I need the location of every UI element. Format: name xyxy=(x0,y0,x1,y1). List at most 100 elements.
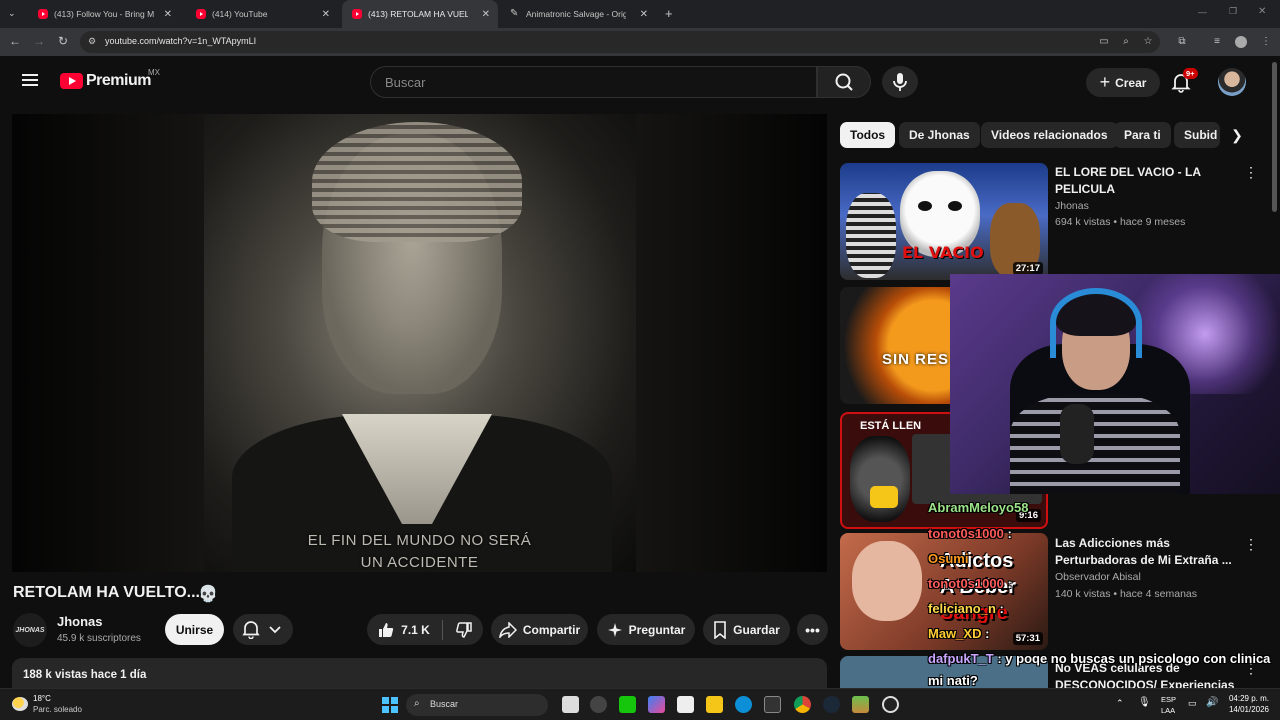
channel-avatar[interactable]: JHONAS xyxy=(13,613,47,647)
feather-icon: ✎ xyxy=(510,8,519,19)
site-info-icon[interactable]: ⚙ xyxy=(88,36,96,47)
chip-todos[interactable]: Todos xyxy=(840,122,896,148)
subtitle-line: EL FIN DEL MUNDO NO SERÁ xyxy=(307,532,532,549)
recommendation-title[interactable]: Las Adicciones más Perturbadoras de Mi E… xyxy=(1055,535,1235,569)
skull-emoji: 💀 xyxy=(198,586,218,603)
chat-text: mi nati? xyxy=(928,673,978,688)
bookmark-star-icon[interactable]: ☆ xyxy=(1142,36,1154,48)
recommendation-channel[interactable]: Observador Abisal xyxy=(1055,569,1141,585)
menu-icon[interactable] xyxy=(22,74,38,86)
ask-button[interactable]: Preguntar xyxy=(597,614,695,645)
restore-button[interactable]: ❐ xyxy=(1229,6,1237,17)
subscription-bell-button[interactable] xyxy=(233,614,293,645)
steam-icon[interactable] xyxy=(823,696,840,713)
obs-icon[interactable] xyxy=(882,696,899,713)
join-button[interactable]: Unirse xyxy=(165,614,224,645)
dislike-icon[interactable] xyxy=(455,621,473,639)
clock-time[interactable]: 04:29 p. m. xyxy=(1223,694,1269,703)
weather-temperature[interactable]: 18°C xyxy=(33,694,51,703)
browser-menu-icon[interactable]: ⋮ xyxy=(1260,36,1272,48)
cast-icon[interactable]: ▭ xyxy=(1098,36,1110,48)
thumbnail-figure xyxy=(852,541,922,621)
more-actions-button[interactable]: ••• xyxy=(797,614,828,645)
notifications-button[interactable]: 9+ xyxy=(1170,68,1198,93)
taskbar-search[interactable]: ⌕ Buscar xyxy=(406,694,548,716)
recommendation-channel[interactable]: Jhonas xyxy=(1055,198,1089,214)
recommendation-thumbnail[interactable]: EL VACIO 27:17 xyxy=(840,163,1048,280)
extensions-icon[interactable]: ⧉ xyxy=(1176,36,1188,48)
channel-name[interactable]: Jhonas xyxy=(57,614,103,629)
video-title: RETOLAM HA VUELTO... xyxy=(13,584,200,601)
file-explorer-icon[interactable] xyxy=(706,696,723,713)
address-bar[interactable]: ⚙ youtube.com/watch?v=1n_WTApymLI ▭ ⌕ ☆ xyxy=(80,31,1160,53)
network-icon[interactable]: ▭ xyxy=(1188,698,1197,709)
chevron-right-icon[interactable]: ❯ xyxy=(1225,122,1249,148)
chat-text: : xyxy=(1007,576,1012,591)
minimize-button[interactable]: — xyxy=(1198,7,1207,17)
reload-icon[interactable]: ↻ xyxy=(55,34,71,48)
youtube-premium-logo[interactable]: Premium MX xyxy=(60,68,160,90)
page-scrollbar[interactable] xyxy=(1272,62,1277,212)
voice-search-button[interactable] xyxy=(882,66,918,98)
chip-para-ti[interactable]: Para ti xyxy=(1114,122,1171,148)
forward-icon[interactable]: → xyxy=(31,34,47,48)
app-icon[interactable] xyxy=(590,696,607,713)
bell-icon xyxy=(242,621,260,639)
close-icon[interactable]: ✕ xyxy=(164,9,172,20)
chat-username: feliciano_n xyxy=(928,601,996,616)
more-vertical-icon[interactable]: ⋮ xyxy=(1244,164,1258,181)
app-icon[interactable] xyxy=(852,696,869,713)
close-icon[interactable]: ✕ xyxy=(482,9,490,20)
chat-text: : xyxy=(985,626,990,641)
microphone-icon[interactable]: 🎙 xyxy=(1138,697,1151,708)
store-icon[interactable] xyxy=(677,696,694,713)
task-view-icon[interactable] xyxy=(562,696,579,713)
video-player[interactable]: EL FIN DEL MUNDO NO SERÁ UN ACCIDENTE xyxy=(12,114,827,572)
more-vertical-icon[interactable]: ⋮ xyxy=(1244,536,1258,553)
window-close-button[interactable]: ✕ xyxy=(1258,6,1266,17)
copilot-icon[interactable] xyxy=(648,696,665,713)
edge-icon[interactable] xyxy=(735,696,752,713)
profile-icon[interactable] xyxy=(1235,36,1247,48)
browser-tab[interactable]: (414) YouTube ✕ xyxy=(186,0,338,28)
back-icon[interactable]: ← xyxy=(7,34,23,48)
chat-message: Maw_XD : xyxy=(928,626,989,641)
close-icon[interactable]: ✕ xyxy=(640,9,648,20)
recommendation-title[interactable]: EL LORE DEL VACIO - LA PELICULA xyxy=(1055,164,1235,198)
volume-icon[interactable]: 🔊 xyxy=(1206,697,1218,708)
zoom-icon[interactable]: ⌕ xyxy=(1120,36,1132,48)
chip-de-jhonas[interactable]: De Jhonas xyxy=(899,122,980,148)
browser-tab[interactable]: ✎ Animatronic Salvage - Original ✕ xyxy=(500,0,656,28)
input-layout[interactable]: LAA xyxy=(1161,706,1175,715)
new-tab-button[interactable]: + xyxy=(665,6,673,21)
close-icon[interactable]: ✕ xyxy=(322,9,330,20)
youtube-icon xyxy=(352,9,362,19)
account-avatar[interactable] xyxy=(1218,68,1246,96)
search-input[interactable]: Buscar xyxy=(370,66,817,98)
save-button[interactable]: Guardar xyxy=(703,614,790,645)
create-button[interactable]: + Crear xyxy=(1086,68,1160,97)
like-count[interactable]: 7.1 K xyxy=(401,623,430,637)
chat-message: AbramMeloyo58 xyxy=(928,500,1028,515)
windows-start-icon[interactable] xyxy=(382,697,398,713)
chrome-icon[interactable] xyxy=(794,696,811,713)
app-icon[interactable] xyxy=(619,696,636,713)
app-icon[interactable] xyxy=(764,696,781,713)
search-button[interactable] xyxy=(817,66,871,98)
windows-taskbar: 18°C Parc. soleado ⌕ Buscar ⌃ 🎙 ESP LAA … xyxy=(0,688,1280,720)
clock-date[interactable]: 14/01/2026 xyxy=(1223,705,1269,714)
chat-username: AbramMeloyo58 xyxy=(928,500,1029,515)
tab-search-dropdown-icon[interactable]: ⌄ xyxy=(8,8,16,19)
share-button[interactable]: Compartir xyxy=(491,614,588,645)
input-language[interactable]: ESP xyxy=(1161,695,1176,704)
browser-tab[interactable]: (413) Follow You - Bring Me The ✕ xyxy=(28,0,180,28)
reading-list-icon[interactable]: ≡ xyxy=(1211,36,1223,48)
chevron-up-icon[interactable]: ⌃ xyxy=(1116,698,1124,709)
browser-tab-active[interactable]: (413) RETOLAM HA VUELTO...💀 ✕ xyxy=(342,0,498,28)
views-and-date: 188 k vistas hace 1 día xyxy=(23,669,147,681)
weather-description[interactable]: Parc. soleado xyxy=(33,705,82,714)
chip-subidos[interactable]: Subid xyxy=(1174,122,1220,148)
chip-videos-relacionados[interactable]: Videos relacionados xyxy=(981,122,1118,148)
weather-icon[interactable] xyxy=(12,697,28,711)
like-icon[interactable] xyxy=(377,621,395,639)
